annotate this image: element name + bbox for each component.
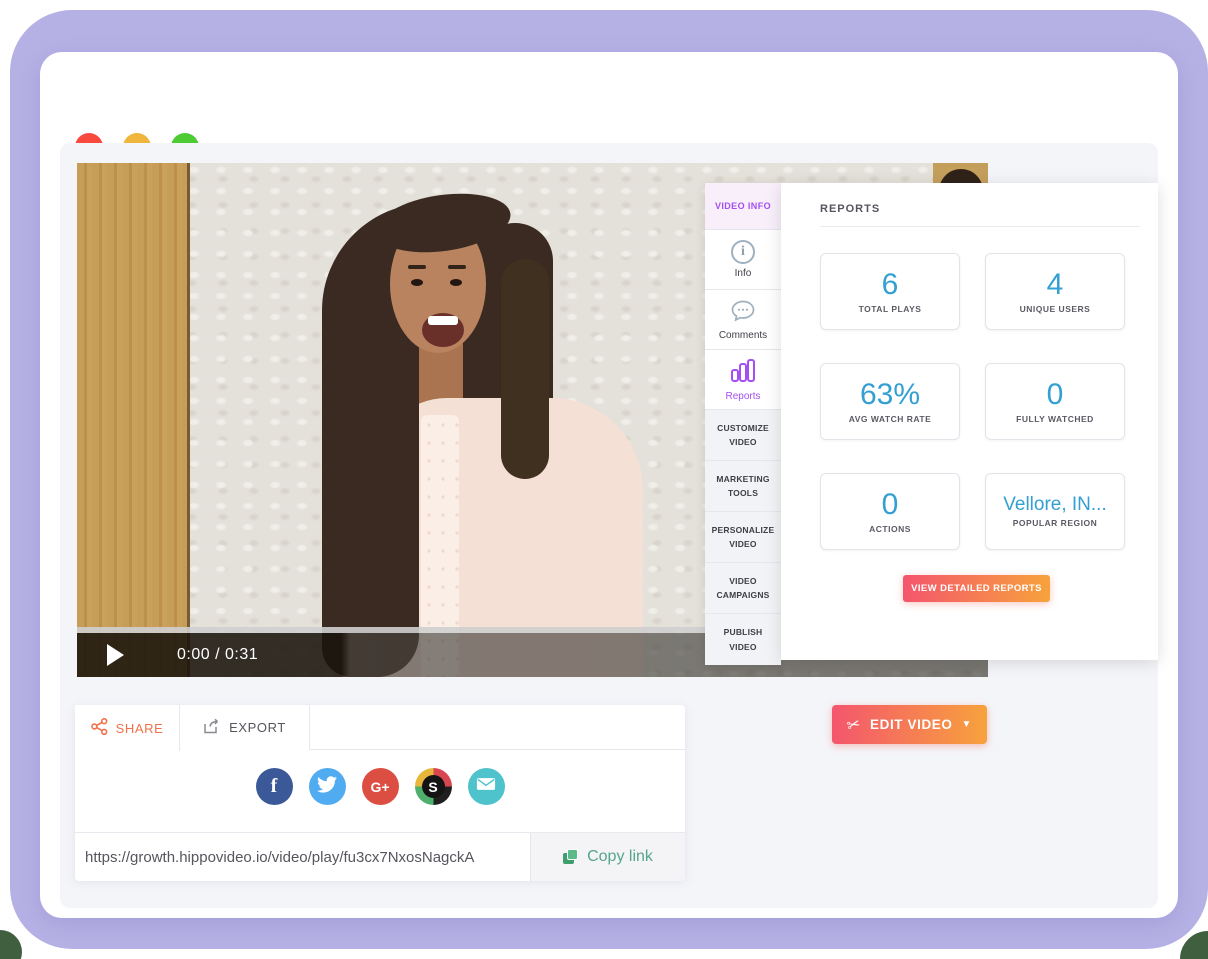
tab-export[interactable]: EXPORT [180,705,310,750]
tab-video-info-label: VIDEO INFO [715,199,771,213]
info-icon: i [731,240,755,264]
reports-panel-title: REPORTS [820,203,880,215]
tab-marketing-tools[interactable]: MARKETING TOOLS [705,461,781,512]
stat-card-fully-watched: 0 FULLY WATCHED [985,363,1125,440]
facebook-share-button[interactable]: f [256,768,293,805]
tab-reports-label: Reports [725,391,760,402]
tab-share-label: SHARE [116,721,164,736]
share-url-input[interactable] [75,833,530,881]
tab-publish-video[interactable]: PUBLISH VIDEO [705,614,781,665]
stat-label: AVG WATCH RATE [849,414,932,424]
video-time-display: 0:00 / 0:31 [177,633,258,677]
video-sidebar-tabs: VIDEO INFO i Info Comments [705,183,781,665]
twitter-share-button[interactable] [309,768,346,805]
email-icon [476,776,496,797]
view-detailed-reports-button[interactable]: VIEW DETAILED REPORTS [903,575,1050,602]
stat-value: 4 [1047,269,1064,301]
tab-reports[interactable]: Reports [705,350,781,410]
decor-corner-bottom-left [0,930,22,959]
google-plus-icon: G+ [370,779,389,795]
tab-publish-video-label: PUBLISH VIDEO [709,625,777,654]
stat-label: ACTIONS [869,524,911,534]
email-share-button[interactable] [468,768,505,805]
reports-panel: REPORTS 6 TOTAL PLAYS 4 UNIQUE USERS 63%… [781,183,1158,660]
play-button[interactable] [107,644,124,666]
twitter-icon [317,776,337,798]
share-icon [91,718,108,738]
tab-marketing-tools-label: MARKETING TOOLS [709,472,777,501]
tab-video-campaigns-label: VIDEO CAMPAIGNS [709,574,777,603]
tab-personalize-video-label: PERSONALIZE VIDEO [709,523,777,552]
tab-comments-label: Comments [719,330,767,341]
content-panel: 0:00 / 0:31 VIDEO INFO i Info [60,143,1158,908]
scissors-icon: ✂ [845,713,864,736]
stat-label: TOTAL PLAYS [859,304,922,314]
stat-value: 63% [860,379,920,411]
edit-video-button[interactable]: ✂ EDIT VIDEO ▼ [832,705,987,744]
export-icon [203,718,221,738]
facebook-icon: f [271,775,278,798]
video-person-eye [411,279,423,286]
tab-info-label: Info [735,268,752,279]
stat-value: 0 [882,489,899,521]
tab-personalize-video[interactable]: PERSONALIZE VIDEO [705,512,781,563]
social-icons-row: f G+ S [75,768,685,805]
stat-card-popular-region: Vellore, IN... POPULAR REGION [985,473,1125,550]
share-export-card: SHARE EXPORT f [75,705,685,880]
tab-export-label: EXPORT [229,720,286,735]
video-person-teeth [428,316,458,325]
divider [820,226,1140,227]
video-person-eye [450,279,462,286]
video-person-brow [448,265,466,269]
google-plus-share-button[interactable]: G+ [362,768,399,805]
edit-video-label: EDIT VIDEO [870,717,953,732]
tab-customize-video-label: CUSTOMIZE VIDEO [709,421,777,450]
stat-value: 0 [1047,379,1064,411]
tab-video-campaigns[interactable]: VIDEO CAMPAIGNS [705,563,781,614]
tab-share[interactable]: SHARE [75,705,180,751]
stat-card-avg-watch-rate: 63% AVG WATCH RATE [820,363,960,440]
video-person-hair-front-right [501,259,549,479]
stat-label: POPULAR REGION [1013,518,1097,528]
tab-info[interactable]: i Info [705,230,781,290]
sway-icon: S [422,775,445,798]
copy-icon [563,849,579,865]
stat-value: Vellore, IN... [1003,495,1107,515]
stat-label: UNIQUE USERS [1020,304,1091,314]
sway-share-button[interactable]: S [415,768,452,805]
comments-icon [730,299,756,326]
stat-card-unique-users: 4 UNIQUE USERS [985,253,1125,330]
stat-label: FULLY WATCHED [1016,414,1094,424]
page: 0:00 / 0:31 VIDEO INFO i Info [0,0,1208,959]
copy-link-button[interactable]: Copy link [530,833,685,881]
stat-card-total-plays: 6 TOTAL PLAYS [820,253,960,330]
tab-comments[interactable]: Comments [705,290,781,350]
tab-video-info[interactable]: VIDEO INFO [705,183,781,230]
video-wood-door [77,163,190,677]
share-tabbar: SHARE EXPORT [75,705,685,750]
tab-customize-video[interactable]: CUSTOMIZE VIDEO [705,410,781,461]
browser-window: 0:00 / 0:31 VIDEO INFO i Info [40,52,1178,918]
video-person-brow [408,265,426,269]
share-url-row: Copy link [75,832,685,880]
copy-link-label: Copy link [587,848,653,866]
stat-card-actions: 0 ACTIONS [820,473,960,550]
stat-value: 6 [882,269,899,301]
chevron-down-icon: ▼ [962,719,973,730]
reports-icon [729,358,757,387]
